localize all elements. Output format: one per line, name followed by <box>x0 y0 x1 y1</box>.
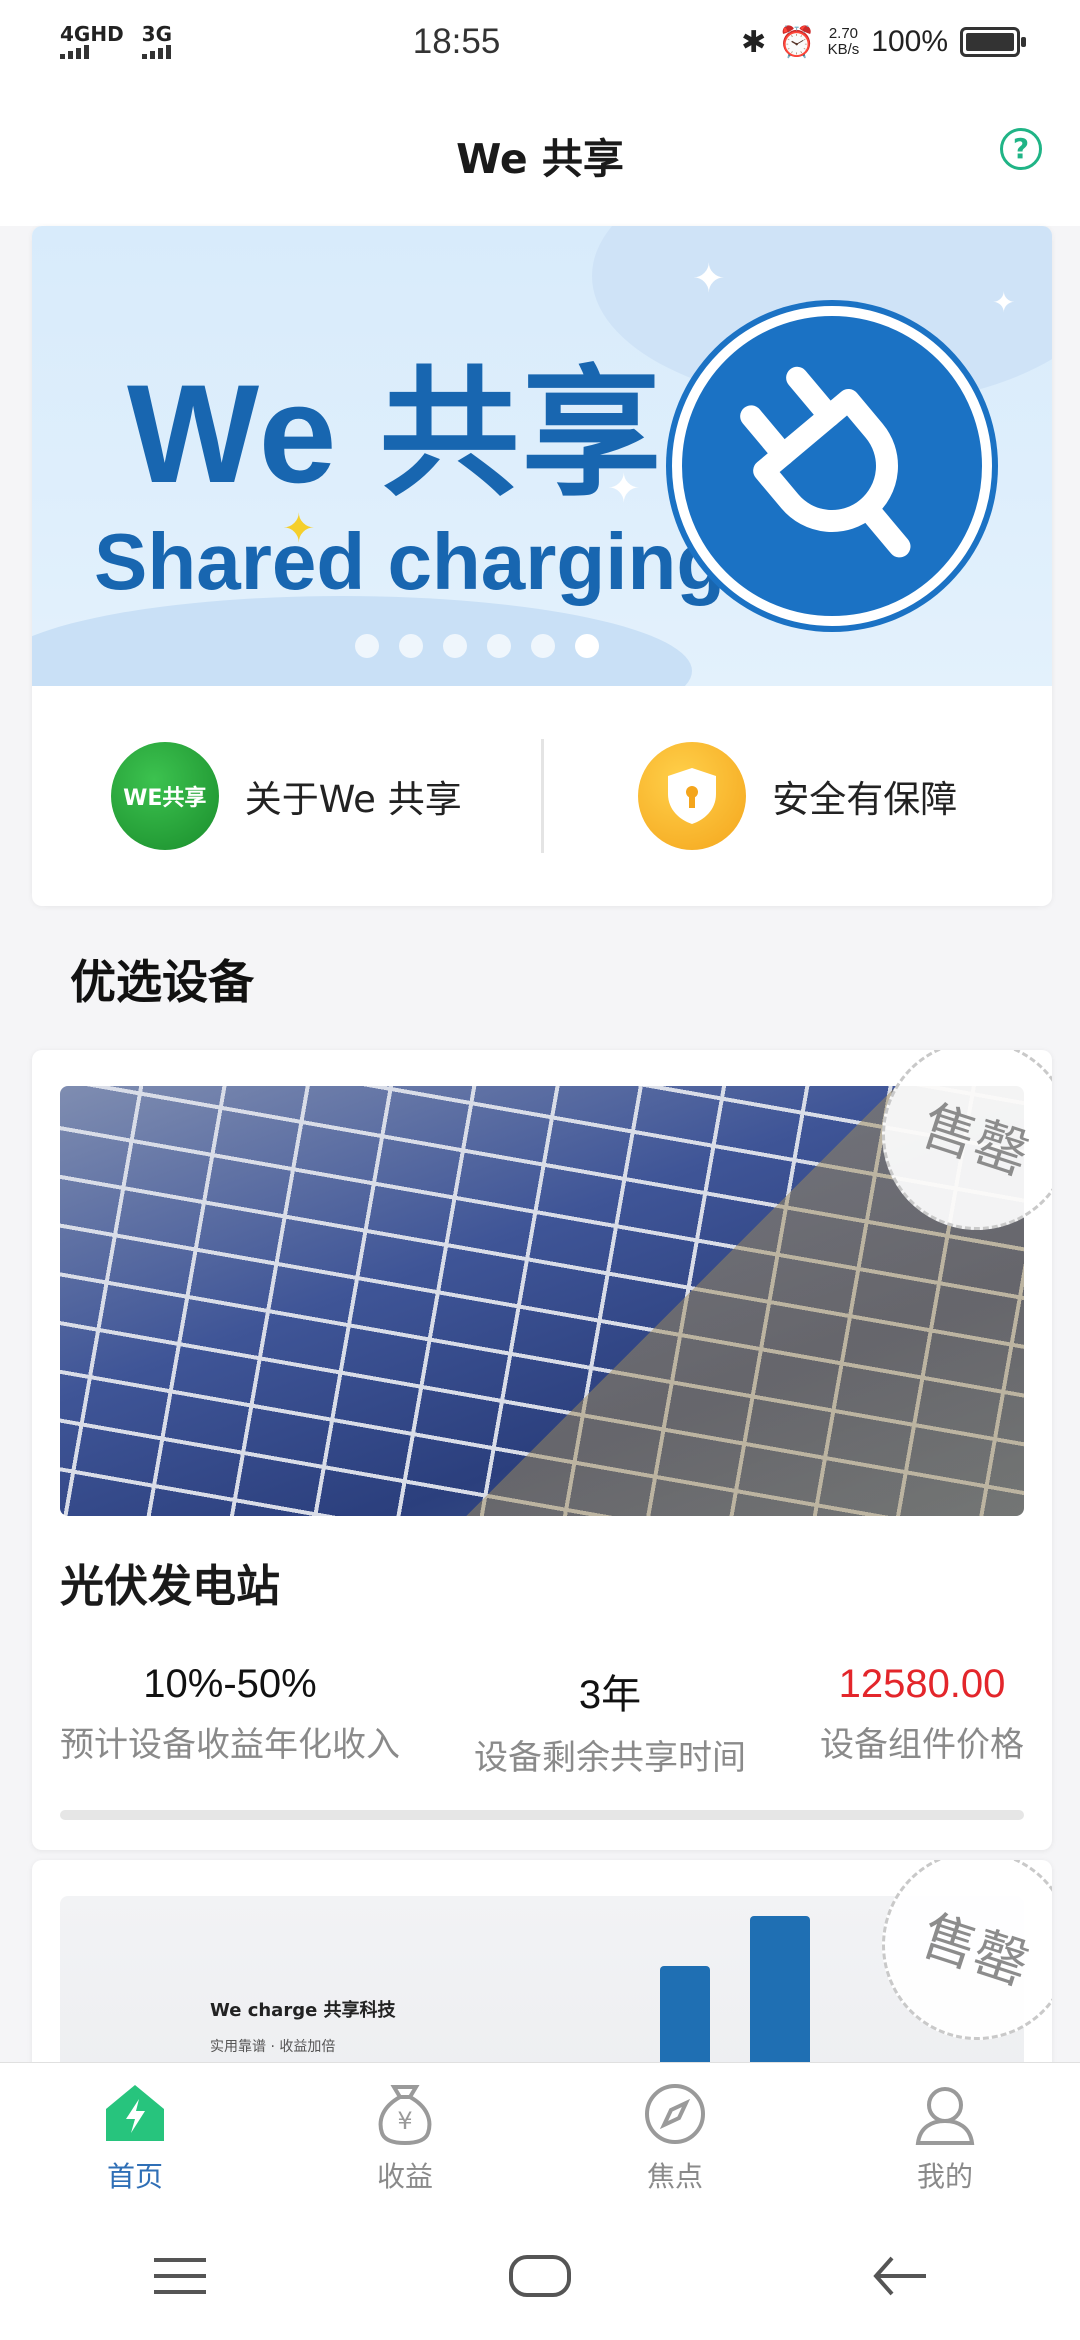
app-header: We 共享 ? <box>0 84 1080 226</box>
carousel-dot[interactable] <box>531 634 555 658</box>
tab-label: 收益 <box>376 2159 433 2193</box>
svg-text:¥: ¥ <box>397 2107 412 2135</box>
product-card[interactable]: 售罄 光伏发电站 10%-50% 预计设备收益年化收入 3年 设备剩余共享时间 … <box>32 1050 1052 1850</box>
product-stats: 10%-50% 预计设备收益年化收入 3年 设备剩余共享时间 12580.00 … <box>60 1662 1024 1779</box>
product-image <box>60 1086 1024 1516</box>
menu-icon[interactable] <box>140 2246 220 2306</box>
banner-carousel[interactable]: ✦ ✦ ✦ ✦ We 共享 Shared charging <box>32 226 1052 686</box>
tab-me[interactable]: 我的 <box>810 2063 1080 2212</box>
page-title: We 共享 <box>456 135 624 183</box>
carousel-dot[interactable] <box>487 634 511 658</box>
safety-label: 安全有保障 <box>772 778 958 821</box>
we-share-logo-icon: WE共享 <box>110 742 219 850</box>
tab-focus[interactable]: 焦点 <box>540 2063 810 2212</box>
carousel-dot[interactable] <box>355 634 379 658</box>
compass-icon <box>642 2081 708 2147</box>
back-icon[interactable] <box>860 2246 940 2306</box>
device-image <box>750 1916 810 2066</box>
tab-label: 焦点 <box>646 2159 703 2193</box>
product-image-brand: We charge 共享科技 <box>210 2000 396 2021</box>
device-image <box>660 1966 710 2066</box>
tab-earnings[interactable]: ¥ 收益 <box>270 2063 540 2212</box>
home-lightning-icon <box>102 2081 168 2147</box>
tab-home[interactable]: 首页 <box>0 2063 270 2212</box>
network-type-2: 3G <box>141 22 173 46</box>
shield-icon <box>638 742 747 850</box>
banner-title: We 共享 <box>127 355 664 512</box>
stat-price: 12580.00 设备组件价格 <box>820 1662 1024 1765</box>
signal-bars-icon <box>141 43 172 59</box>
system-navigation-bar <box>0 2212 1080 2340</box>
alarm-icon: ⏰ <box>778 25 816 59</box>
signal-indicators: 4GHD 3G <box>60 22 173 59</box>
help-icon[interactable]: ? <box>1000 128 1042 170</box>
battery-percent: 100% <box>871 25 948 58</box>
clock: 18:55 <box>412 22 501 61</box>
home-button-icon[interactable] <box>500 2246 580 2306</box>
about-we-share-link[interactable]: WE共享 关于We 共享 <box>32 742 541 850</box>
section-title: 优选设备 <box>70 955 254 1009</box>
stat-annual-return: 10%-50% 预计设备收益年化收入 <box>60 1662 400 1765</box>
money-bag-icon: ¥ <box>372 2081 438 2147</box>
carousel-dot-active[interactable] <box>575 634 599 658</box>
stat-remaining-time: 3年 设备剩余共享时间 <box>474 1673 746 1778</box>
product-title: 光伏发电站 <box>60 1561 280 1612</box>
quick-links: WE共享 关于We 共享 安全有保障 <box>32 686 1052 906</box>
status-bar: 4GHD 3G 18:55 ✱ ⏰ 2.70 KB/s 100% <box>0 0 1080 84</box>
bluetooth-icon: ✱ <box>741 25 767 59</box>
sparkle-icon: ✦ <box>692 256 726 302</box>
carousel-dot[interactable] <box>443 634 467 658</box>
user-icon <box>912 2081 978 2147</box>
signal-bars-icon <box>60 43 124 59</box>
tab-label: 首页 <box>106 2159 163 2193</box>
banner-subtitle: Shared charging <box>94 517 726 606</box>
progress-bar <box>60 1810 1024 1820</box>
safety-guarantee-link[interactable]: 安全有保障 <box>544 742 1053 850</box>
carousel-dots <box>32 634 1052 658</box>
network-type-1: 4GHD <box>60 22 124 46</box>
sparkle-icon: ✦ <box>992 286 1016 319</box>
product-image-subtitle: 实用靠谱 · 收益加倍 <box>210 2039 336 2055</box>
top-card: ✦ ✦ ✦ ✦ We 共享 Shared charging WE共享 关于We … <box>32 226 1052 906</box>
bottom-tab-bar: 首页 ¥ 收益 焦点 我的 <box>0 2062 1080 2212</box>
battery-icon <box>960 27 1026 57</box>
tab-label: 我的 <box>916 2159 973 2193</box>
net-speed: 2.70 KB/s <box>827 25 860 58</box>
carousel-dot[interactable] <box>399 634 423 658</box>
about-label: 关于We 共享 <box>244 778 462 821</box>
plug-icon <box>672 306 992 626</box>
